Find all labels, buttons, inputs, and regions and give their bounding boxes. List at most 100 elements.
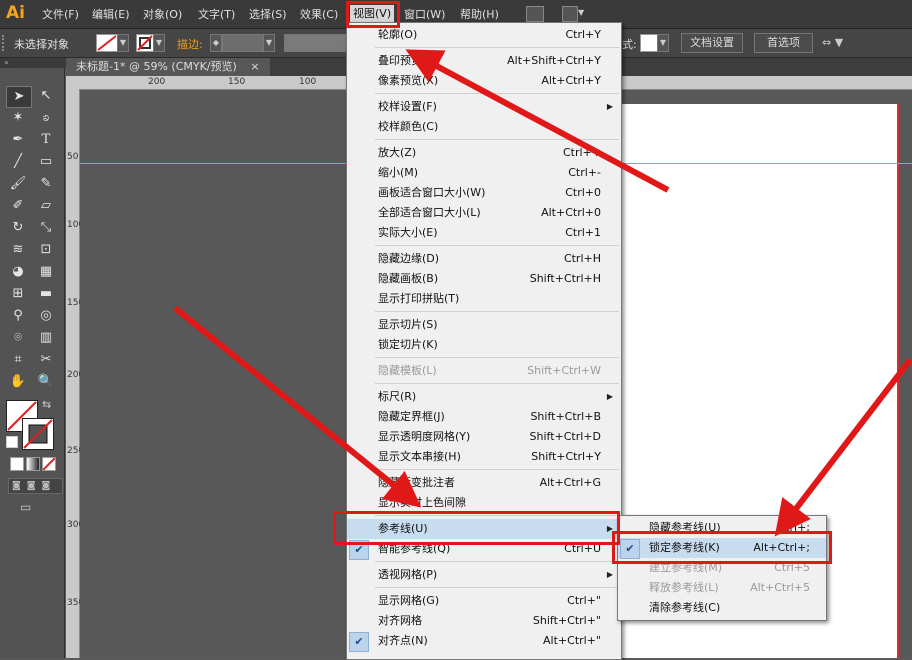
- swap-colors-icon[interactable]: ⇆: [42, 398, 51, 411]
- guides-submenu-item[interactable]: 清除参考线(C): [618, 598, 826, 618]
- direct-selection-tool-icon[interactable]: ↖: [34, 86, 58, 106]
- scale-tool-icon[interactable]: ⤡: [34, 218, 58, 238]
- drawing-modes-icon[interactable]: ◙◙◙: [8, 478, 63, 494]
- view-menu-item[interactable]: 全部适合窗口大小(L) Alt+Ctrl+0: [347, 203, 621, 223]
- menu-window[interactable]: 窗口(W): [404, 7, 445, 23]
- view-menu-item[interactable]: 显示透明度网格(Y) Shift+Ctrl+D: [347, 427, 621, 447]
- menu-select[interactable]: 选择(S): [249, 7, 287, 23]
- chevron-down-icon[interactable]: ▼: [578, 8, 584, 17]
- shape-builder-tool-icon[interactable]: ◕: [6, 262, 30, 282]
- pen-tool-icon[interactable]: ✒: [6, 130, 30, 150]
- view-menu-item[interactable]: 放大(Z) Ctrl++: [347, 143, 621, 163]
- view-menu-item[interactable]: 透视网格(P) ▶: [347, 565, 621, 585]
- menu-object[interactable]: 对象(O): [143, 7, 182, 23]
- stroke-weight-stepper[interactable]: ◆: [210, 34, 222, 52]
- bridge-icon[interactable]: [526, 6, 544, 22]
- view-menu-item[interactable]: 缩小(M) Ctrl+-: [347, 163, 621, 183]
- menu-type[interactable]: 文字(T): [198, 7, 235, 23]
- view-menu-item[interactable]: 隐藏边缘(D) Ctrl+H: [347, 249, 621, 269]
- blend-tool-icon[interactable]: ◎: [34, 306, 58, 326]
- view-menu-item[interactable]: 校样颜色(C): [347, 117, 621, 137]
- menu-effect[interactable]: 效果(C): [300, 7, 338, 23]
- fill-swatch[interactable]: [96, 34, 118, 52]
- graphic-style-dropdown[interactable]: ▼: [657, 34, 669, 52]
- screen-mode-icon[interactable]: ▭: [20, 500, 40, 514]
- none-mode-icon[interactable]: [42, 457, 56, 471]
- eyedropper-tool-icon[interactable]: ⚲: [6, 306, 30, 326]
- rectangle-tool-icon[interactable]: ▭: [34, 152, 58, 172]
- view-menu-item[interactable]: 显示打印拼贴(T): [347, 289, 621, 309]
- default-colors-icon[interactable]: [6, 436, 18, 448]
- arrange-documents-icon[interactable]: [562, 6, 578, 22]
- hand-tool-icon[interactable]: ✋: [6, 372, 30, 392]
- view-menu-item[interactable]: 画板适合窗口大小(W) Ctrl+0: [347, 183, 621, 203]
- warp-tool-icon[interactable]: ≋: [6, 240, 30, 260]
- vertical-ruler[interactable]: 50 100 150 200 250 300 350: [66, 89, 85, 658]
- view-menu-item[interactable]: ✔ 对齐点(N) Alt+Ctrl+": [347, 631, 621, 652]
- view-menu-item[interactable]: 叠印预览(V) Alt+Shift+Ctrl+Y: [347, 51, 621, 71]
- lasso-tool-icon[interactable]: ၶ: [34, 108, 58, 128]
- menu-item-label: 隐藏模板(L): [378, 364, 437, 377]
- graphic-style-swatch[interactable]: [640, 34, 658, 52]
- document-setup-button[interactable]: 文档设置: [681, 33, 743, 53]
- artboard-tool-icon[interactable]: ⌗: [6, 350, 30, 370]
- selection-tool-icon[interactable]: ➤: [6, 86, 32, 108]
- view-menu-item[interactable]: 显示网格(G) Ctrl+": [347, 591, 621, 611]
- rotate-tool-icon[interactable]: ↻: [6, 218, 30, 238]
- paintbrush-tool-icon[interactable]: 🖌: [6, 174, 30, 194]
- column-graph-tool-icon[interactable]: ▥: [34, 328, 58, 348]
- view-menu-item[interactable]: 隐藏定界框(J) Shift+Ctrl+B: [347, 407, 621, 427]
- style-label: 式:: [622, 38, 637, 51]
- panel-collapse-icon[interactable]: «: [0, 58, 68, 68]
- preferences-button[interactable]: 首选项: [754, 33, 813, 53]
- color-mode-icon[interactable]: [10, 457, 24, 471]
- pencil-tool-icon[interactable]: ✎: [34, 174, 58, 194]
- stroke-swatch[interactable]: [136, 34, 154, 52]
- slice-tool-icon[interactable]: ✂: [34, 350, 58, 370]
- eraser-tool-icon[interactable]: ▱: [34, 196, 58, 216]
- menu-item-shortcut: Alt+Ctrl+": [543, 634, 601, 647]
- symbol-sprayer-tool-icon[interactable]: ⌾: [6, 328, 30, 348]
- view-menu-item[interactable]: 标尺(R) ▶: [347, 387, 621, 407]
- stroke-color-icon[interactable]: [22, 418, 54, 450]
- menu-item-label: 显示网格(G): [378, 594, 440, 607]
- view-menu-item[interactable]: 锁定切片(K): [347, 335, 621, 355]
- line-tool-icon[interactable]: ╱: [6, 152, 30, 172]
- ruler-label: 200: [148, 77, 166, 87]
- view-menu: 轮廓(O) Ctrl+Y 叠印预览(V) Alt+Shift+Ctrl+Y 像素预览(X…: [346, 22, 622, 660]
- perspective-grid-tool-icon[interactable]: ▦: [34, 262, 58, 282]
- view-menu-item[interactable]: 实际大小(E) Ctrl+1: [347, 223, 621, 243]
- blob-brush-tool-icon[interactable]: ✐: [6, 196, 30, 216]
- gradient-tool-icon[interactable]: ▬: [34, 284, 58, 304]
- view-menu-item[interactable]: 隐藏画板(B) Shift+Ctrl+H: [347, 269, 621, 289]
- gradient-mode-icon[interactable]: [26, 457, 40, 471]
- fill-dropdown[interactable]: ▼: [117, 34, 129, 52]
- view-menu-item[interactable]: 校样设置(F) ▶: [347, 97, 621, 117]
- document-tab[interactable]: 未标题-1* @ 59% (CMYK/预览) ×: [66, 58, 270, 76]
- view-menu-item[interactable]: 对齐网格 Shift+Ctrl+": [347, 611, 621, 631]
- menu-help[interactable]: 帮助(H): [460, 7, 499, 23]
- menu-item-shortcut: Alt+Shift+Ctrl+Y: [507, 54, 601, 67]
- stroke-label[interactable]: 描边:: [177, 36, 203, 52]
- view-menu-item[interactable]: 显示实时上色间隙: [347, 493, 621, 513]
- view-menu-item[interactable]: 显示文本串接(H) Shift+Ctrl+Y: [347, 447, 621, 467]
- free-transform-tool-icon[interactable]: ⊡: [34, 240, 58, 260]
- magic-wand-tool-icon[interactable]: ✶: [6, 108, 30, 128]
- ruler-label: 250: [67, 446, 85, 456]
- view-menu-item[interactable]: 轮廓(O) Ctrl+Y: [347, 25, 621, 45]
- view-menu-item[interactable]: 显示切片(S): [347, 315, 621, 335]
- stroke-weight-dropdown[interactable]: ▼: [263, 34, 275, 52]
- menu-edit[interactable]: 编辑(E): [92, 7, 130, 23]
- close-tab-icon[interactable]: ×: [250, 60, 259, 73]
- type-tool-icon[interactable]: T: [34, 130, 58, 150]
- menu-item-label: 画板适合窗口大小(W): [378, 186, 486, 199]
- menu-file[interactable]: 文件(F): [42, 7, 79, 23]
- view-menu-item[interactable]: 隐藏渐变批注者 Alt+Ctrl+G: [347, 473, 621, 493]
- stroke-weight-field[interactable]: [222, 34, 264, 52]
- variable-width-profile[interactable]: [284, 34, 348, 52]
- zoom-tool-icon[interactable]: 🔍: [34, 372, 58, 392]
- view-menu-item[interactable]: 像素预览(X) Alt+Ctrl+Y: [347, 71, 621, 91]
- arrange-icon[interactable]: ⇔ ▼: [822, 36, 843, 49]
- stroke-dropdown[interactable]: ▼: [153, 34, 165, 52]
- mesh-tool-icon[interactable]: ⊞: [6, 284, 30, 304]
